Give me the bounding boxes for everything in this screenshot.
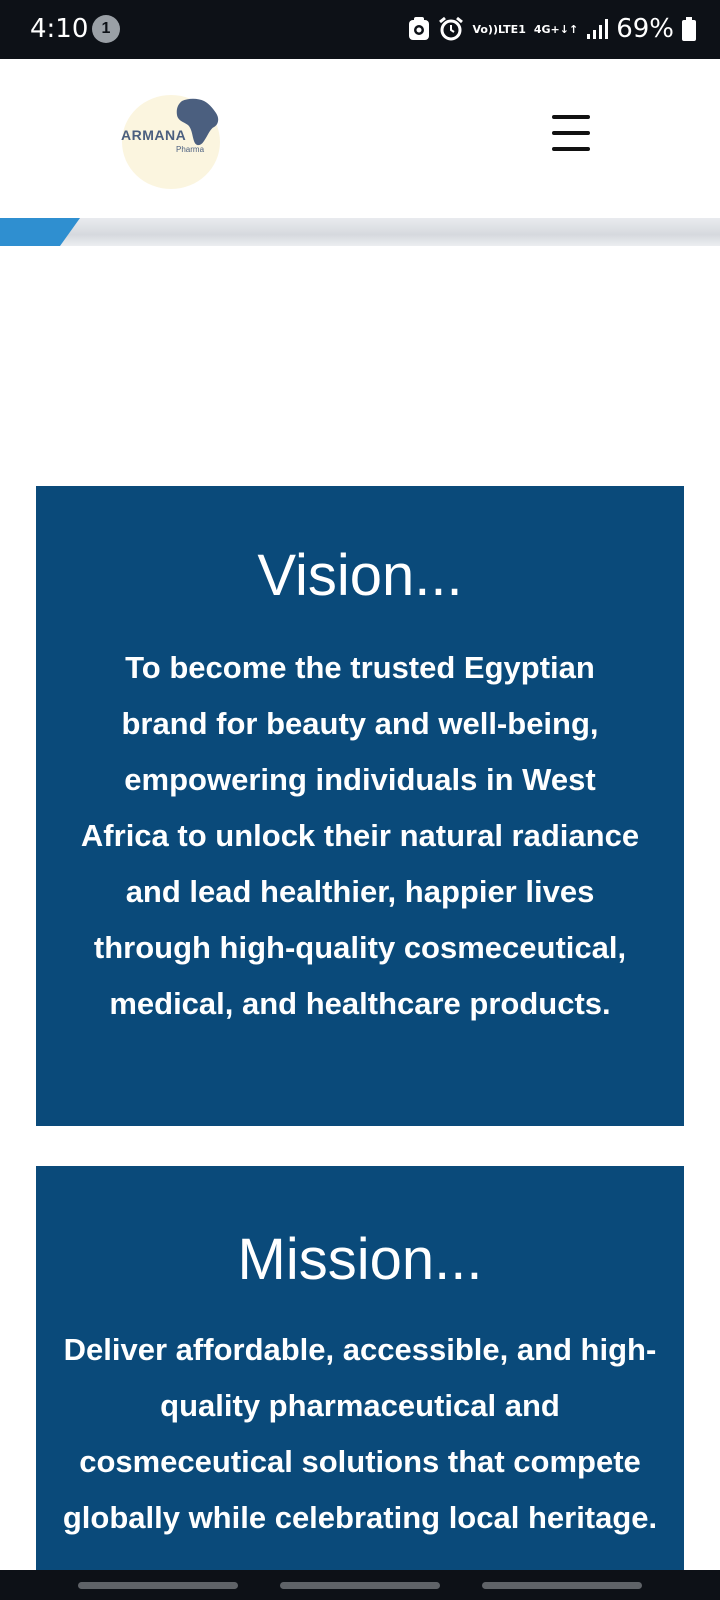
mission-title: Mission... xyxy=(237,1227,483,1292)
hamburger-menu-bar xyxy=(552,147,590,151)
mission-text: Deliver affordable, accessible, and high… xyxy=(62,1332,658,1535)
volte-lte-indicator: Vo)) LTE1 xyxy=(472,22,526,36)
status-time: 4:10 xyxy=(30,14,89,44)
hamburger-menu-icon xyxy=(552,115,590,119)
hero-banner-accent xyxy=(0,218,80,246)
nav-home-button[interactable] xyxy=(280,1582,440,1589)
nav-recents-button[interactable] xyxy=(78,1582,238,1589)
signal-strength-icon xyxy=(586,18,609,40)
hero-banner-image xyxy=(0,218,720,246)
battery-percentage: 69% xyxy=(616,14,674,44)
hamburger-menu-bar xyxy=(552,131,590,135)
status-bar: 4:10 1 Vo)) LTE1 4G+ ↓↑ 69% xyxy=(0,0,720,59)
vision-card: Vision... To become the trusted Egyptian… xyxy=(36,486,684,1126)
hamburger-menu-button[interactable] xyxy=(552,115,592,151)
vision-text: To become the trusted Egyptian brand for… xyxy=(80,650,640,1021)
alarm-icon xyxy=(438,16,464,42)
status-icons: Vo)) LTE1 4G+ ↓↑ 69% xyxy=(408,12,696,46)
armana-pharma-logo[interactable]: ARMANA Pharma xyxy=(118,95,224,189)
battery-icon xyxy=(682,17,696,41)
system-navigation-bar xyxy=(0,1570,720,1600)
mission-card: Mission... Deliver affordable, accessibl… xyxy=(36,1166,684,1586)
notification-count-badge: 1 xyxy=(92,15,120,43)
logo-wordmark: ARMANA xyxy=(121,127,187,143)
vision-title: Vision... xyxy=(257,543,463,608)
screenshot-app-icon xyxy=(408,17,430,41)
mobile-data-indicator: 4G+ ↓↑ xyxy=(533,22,579,36)
site-header: ARMANA Pharma xyxy=(0,59,720,218)
logo-subtext: Pharma xyxy=(176,145,205,154)
nav-back-button[interactable] xyxy=(482,1582,642,1589)
